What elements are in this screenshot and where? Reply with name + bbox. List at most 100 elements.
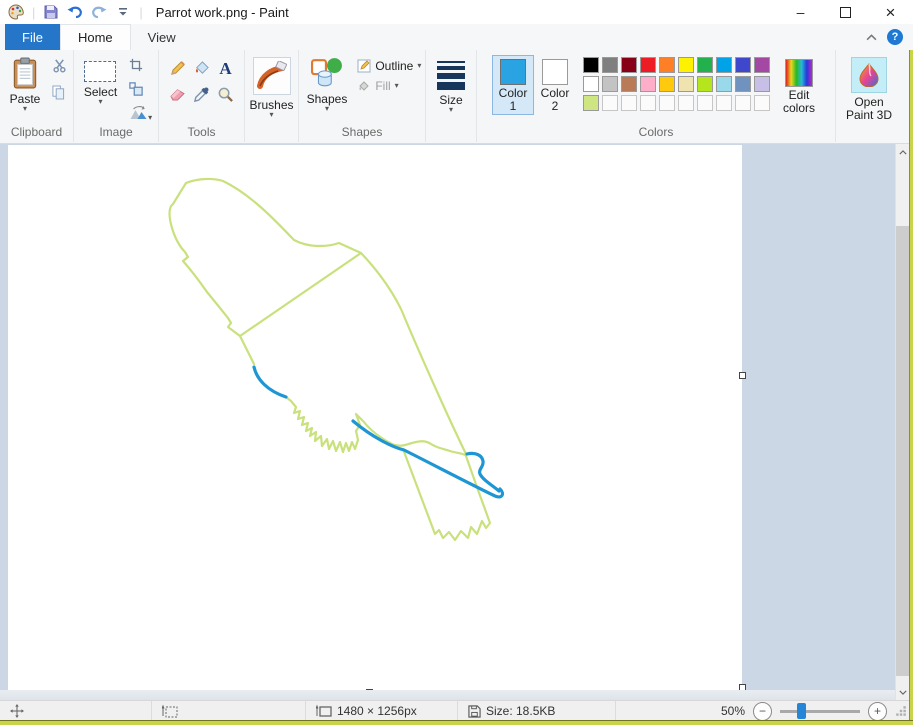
fill-tool[interactable]: [191, 56, 213, 80]
palette-swatch[interactable]: [621, 76, 637, 92]
crop-button[interactable]: [129, 58, 152, 77]
minimize-icon: –: [796, 4, 805, 20]
brush-box: [252, 57, 291, 95]
size-button[interactable]: Size ▾: [433, 55, 469, 115]
resize-grip-icon[interactable]: [895, 705, 907, 717]
window-controls: – ×: [778, 0, 913, 24]
window-title: Parrot work.png - Paint: [155, 4, 289, 20]
collapse-ribbon-button[interactable]: [866, 28, 877, 46]
palette-swatch[interactable]: [640, 95, 656, 111]
palette-swatch[interactable]: [659, 76, 675, 92]
outline-button[interactable]: Outline ▾: [357, 59, 421, 73]
color2-button[interactable]: Color 2: [534, 55, 576, 115]
drawing-canvas[interactable]: [8, 145, 742, 691]
paint-window: | | Parrot work.png - Paint – × File Hom…: [0, 0, 913, 725]
canvas-resize-handle-right[interactable]: [739, 372, 746, 379]
shapes-icon: [310, 58, 342, 87]
palette-swatch[interactable]: [583, 57, 599, 73]
palette-swatch[interactable]: [754, 95, 770, 111]
palette-swatch[interactable]: [716, 76, 732, 92]
zoom-out-button[interactable]: −: [753, 701, 772, 721]
color-picker-tool[interactable]: [191, 82, 213, 106]
close-button[interactable]: ×: [868, 0, 913, 24]
palette-swatch[interactable]: [716, 95, 732, 111]
scroll-up-button[interactable]: [896, 144, 910, 160]
palette-swatch[interactable]: [697, 76, 713, 92]
tab-view[interactable]: View: [131, 24, 193, 50]
palette-swatch[interactable]: [716, 57, 732, 73]
palette-swatch[interactable]: [640, 76, 656, 92]
palette-swatch[interactable]: [602, 76, 618, 92]
text-tool[interactable]: A: [215, 56, 237, 80]
color1-button[interactable]: Color 1: [492, 55, 534, 115]
palette-swatch[interactable]: [602, 57, 618, 73]
redo-button[interactable]: [90, 3, 108, 21]
canvas-size-segment: 1480 × 1256px: [306, 701, 458, 721]
paste-button[interactable]: Paste ▾: [6, 55, 45, 114]
tools-caption: Tools: [187, 125, 216, 139]
select-button[interactable]: Select ▾: [80, 55, 121, 107]
shapes-button[interactable]: Shapes ▾: [303, 55, 352, 114]
pencil-tool[interactable]: [167, 56, 189, 80]
window-border-bottom: [0, 720, 913, 725]
palette-swatch[interactable]: [602, 95, 618, 111]
fill-button[interactable]: Fill ▾: [357, 79, 421, 93]
cut-button[interactable]: [52, 58, 67, 78]
palette-swatch[interactable]: [735, 95, 751, 111]
scroll-down-button[interactable]: [896, 684, 910, 700]
palette-swatch[interactable]: [754, 57, 770, 73]
minimize-button[interactable]: –: [778, 0, 823, 24]
palette-swatch[interactable]: [640, 57, 656, 73]
image-caption: Image: [99, 125, 133, 139]
copy-button[interactable]: [52, 85, 67, 105]
palette-swatch[interactable]: [659, 57, 675, 73]
palette-swatch[interactable]: [621, 57, 637, 73]
magnifier-tool[interactable]: [215, 82, 237, 106]
palette-swatch[interactable]: [583, 95, 599, 111]
vertical-scrollbar[interactable]: [895, 144, 910, 700]
help-button[interactable]: ?: [887, 29, 903, 45]
customize-toolbar-button[interactable]: [114, 3, 132, 21]
palette-swatch[interactable]: [678, 95, 694, 111]
vertical-scrollbar-thumb[interactable]: [896, 226, 910, 676]
undo-button[interactable]: [66, 3, 84, 21]
status-bar: 1480 × 1256px Size: 18.5KB 50% − +: [0, 700, 913, 721]
color-palette: [582, 56, 772, 113]
palette-swatch[interactable]: [697, 57, 713, 73]
eraser-tool[interactable]: [167, 82, 189, 106]
shapes-dropdown-icon: ▾: [324, 104, 329, 113]
toolbar-dropdown-icon: [119, 7, 128, 15]
horizontal-scrollbar[interactable]: [0, 690, 896, 700]
palette-swatch[interactable]: [678, 57, 694, 73]
color2-swatch: [542, 59, 568, 85]
titlebar: | | Parrot work.png - Paint – ×: [0, 0, 913, 24]
tab-home[interactable]: Home: [59, 24, 131, 50]
tab-file[interactable]: File: [5, 24, 60, 50]
magnifier-icon: [218, 87, 233, 102]
brushes-button[interactable]: Brushes ▾: [245, 55, 297, 120]
redo-icon: [92, 6, 107, 19]
save-button[interactable]: [42, 3, 60, 21]
palette-swatch[interactable]: [754, 76, 770, 92]
separator: |: [32, 4, 36, 20]
zoom-slider-thumb[interactable]: [797, 702, 806, 719]
palette-swatch[interactable]: [678, 76, 694, 92]
rotate-button[interactable]: ▾: [129, 106, 152, 125]
edit-colors-button[interactable]: Edit colors: [778, 55, 820, 117]
palette-swatch[interactable]: [621, 95, 637, 111]
palette-swatch[interactable]: [697, 95, 713, 111]
resize-button[interactable]: [129, 82, 152, 101]
zoom-slider[interactable]: [780, 702, 860, 719]
ribbon: Paste ▾ Clipboard Select ▾ ▾ Image A Too…: [0, 50, 913, 144]
palette-swatch[interactable]: [583, 76, 599, 92]
palette-swatch[interactable]: [735, 57, 751, 73]
group-colors: Color 1 Color 2 Edit colors Colors: [477, 50, 836, 142]
separator: |: [139, 4, 143, 20]
zoom-in-button[interactable]: +: [868, 701, 887, 721]
palette-swatch[interactable]: [735, 76, 751, 92]
maximize-button[interactable]: [823, 0, 868, 24]
fill-dropdown-icon: ▾: [394, 81, 399, 90]
open-paint3d-button[interactable]: Open Paint 3D: [836, 55, 902, 124]
outline-label: Outline: [375, 59, 414, 73]
palette-swatch[interactable]: [659, 95, 675, 111]
